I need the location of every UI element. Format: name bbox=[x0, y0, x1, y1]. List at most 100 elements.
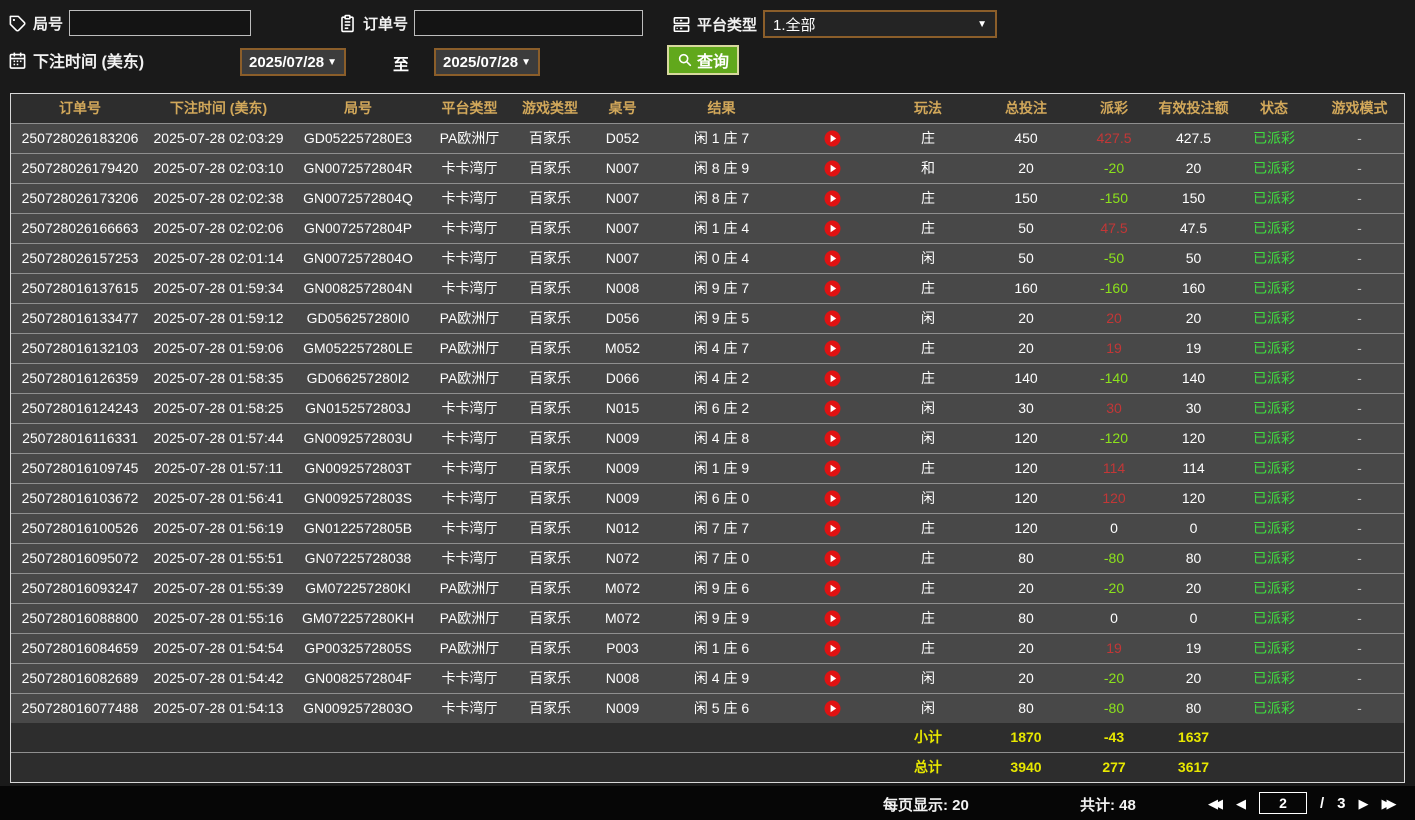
video-cell bbox=[787, 604, 878, 633]
result-cell: 闲 7 庄 0 bbox=[693, 550, 750, 566]
total-bet-cell: 20 bbox=[1018, 160, 1034, 176]
play-icon[interactable] bbox=[824, 580, 841, 597]
order-number-cell: 250728016126359 bbox=[21, 370, 139, 386]
total-bet-cell: 150 bbox=[1014, 190, 1038, 206]
result-cell: 闲 4 庄 9 bbox=[693, 670, 750, 686]
round-input[interactable] bbox=[69, 10, 252, 36]
round-number-cell: GD056257280I0 bbox=[306, 310, 410, 326]
clipboard-icon bbox=[341, 14, 354, 32]
platform-filter-group: 平台类型 1.全部 ▼ bbox=[672, 10, 998, 38]
bet-time-cell: 2025-07-28 02:01:14 bbox=[153, 250, 284, 266]
game-type-cell: 百家乐 bbox=[529, 130, 571, 146]
play-icon[interactable] bbox=[824, 370, 841, 387]
date-to-button[interactable]: 2025/07/28 ▼ bbox=[434, 48, 540, 76]
round-number-cell: GN07225728038 bbox=[304, 550, 412, 566]
result-cell: 闲 5 庄 6 bbox=[693, 700, 750, 716]
round-label: 局号 bbox=[33, 15, 64, 33]
col-header-play: 玩法 bbox=[914, 100, 942, 116]
query-button[interactable]: 查询 bbox=[667, 45, 740, 75]
status-badge: 已派彩 bbox=[1253, 520, 1295, 536]
play-icon[interactable] bbox=[824, 460, 841, 477]
total-bet-cell: 20 bbox=[1018, 340, 1034, 356]
play-icon[interactable] bbox=[824, 550, 841, 567]
video-cell bbox=[787, 514, 878, 543]
status-badge: 已派彩 bbox=[1253, 430, 1295, 446]
payout-cell: 20 bbox=[1106, 310, 1122, 326]
valid-bet-cell: 150 bbox=[1181, 190, 1206, 206]
total-bet-cell: 80 bbox=[1018, 550, 1034, 566]
prev-page-icon[interactable]: ◀ bbox=[1236, 797, 1246, 810]
play-icon[interactable] bbox=[824, 490, 841, 507]
platform-cell: PA欧洲厅 bbox=[439, 340, 500, 356]
order-number-cell: 250728026179420 bbox=[21, 160, 139, 176]
date-from-button[interactable]: 2025/07/28 ▼ bbox=[240, 48, 346, 76]
game-mode-cell: - bbox=[1357, 430, 1362, 446]
subtotal-valid: 1637 bbox=[1177, 729, 1210, 745]
play-icon[interactable] bbox=[824, 310, 841, 327]
order-filter-group: 订单号 bbox=[338, 10, 644, 36]
order-number-cell: 250728016116331 bbox=[22, 430, 138, 446]
total-bet-cell: 80 bbox=[1018, 610, 1034, 626]
result-cell: 闲 4 庄 2 bbox=[693, 370, 750, 386]
platform-cell: 卡卡湾厅 bbox=[441, 250, 498, 266]
play-icon[interactable] bbox=[824, 190, 841, 207]
play-icon[interactable] bbox=[824, 400, 841, 417]
game-mode-cell: - bbox=[1357, 550, 1362, 566]
game-mode-cell: - bbox=[1357, 160, 1362, 176]
valid-bet-cell: 80 bbox=[1185, 700, 1202, 716]
play-icon[interactable] bbox=[824, 610, 841, 627]
table-row: 250728016100526 2025-07-28 01:56:19 GN01… bbox=[11, 514, 1404, 544]
video-cell bbox=[787, 694, 878, 723]
col-header-table: 桌号 bbox=[608, 100, 637, 116]
table-number-cell: N007 bbox=[605, 160, 640, 176]
order-number-cell: 250728016084659 bbox=[21, 640, 139, 656]
first-page-icon[interactable]: ◀◀ bbox=[1208, 797, 1223, 810]
play-icon[interactable] bbox=[824, 640, 841, 657]
last-page-icon[interactable]: ▶▶ bbox=[1382, 797, 1397, 810]
table-number-cell: D052 bbox=[605, 130, 640, 146]
status-badge: 已派彩 bbox=[1253, 460, 1295, 476]
play-icon[interactable] bbox=[824, 250, 841, 267]
platform-cell: PA欧洲厅 bbox=[439, 640, 500, 656]
table-body: 250728026183206 2025-07-28 02:03:29 GD05… bbox=[11, 124, 1404, 723]
play-method-cell: 闲 bbox=[921, 700, 935, 716]
order-number-cell: 250728016109745 bbox=[21, 460, 139, 476]
table-row: 250728016084659 2025-07-28 01:54:54 GP00… bbox=[11, 634, 1404, 664]
bet-time-cell: 2025-07-28 01:54:13 bbox=[153, 700, 284, 716]
page-separator: / bbox=[1320, 794, 1325, 812]
table-row: 250728026166663 2025-07-28 02:02:06 GN00… bbox=[11, 214, 1404, 244]
game-mode-cell: - bbox=[1357, 310, 1362, 326]
result-cell: 闲 9 庄 6 bbox=[693, 580, 750, 596]
platform-label: 平台类型 bbox=[697, 16, 758, 34]
status-badge: 已派彩 bbox=[1253, 280, 1295, 296]
platform-cell: 卡卡湾厅 bbox=[441, 670, 498, 686]
play-icon[interactable] bbox=[824, 670, 841, 687]
order-number-cell: 250728026166663 bbox=[21, 220, 139, 236]
chevron-down-icon: ▼ bbox=[521, 56, 531, 68]
bet-time-cell: 2025-07-28 01:56:41 bbox=[153, 490, 284, 506]
next-page-icon[interactable]: ▶ bbox=[1359, 797, 1369, 810]
platform-select[interactable]: 1.全部 ▼ bbox=[763, 10, 998, 38]
valid-bet-cell: 50 bbox=[1185, 250, 1202, 266]
col-header-time: 下注时间 (美东) bbox=[169, 100, 268, 116]
status-badge: 已派彩 bbox=[1253, 610, 1295, 626]
play-icon[interactable] bbox=[824, 430, 841, 447]
play-icon[interactable] bbox=[824, 280, 841, 297]
game-type-cell: 百家乐 bbox=[529, 250, 571, 266]
order-input[interactable] bbox=[414, 10, 644, 36]
payout-cell: 120 bbox=[1102, 490, 1126, 506]
play-icon[interactable] bbox=[824, 220, 841, 237]
play-icon[interactable] bbox=[824, 130, 841, 147]
status-badge: 已派彩 bbox=[1253, 640, 1295, 656]
play-icon[interactable] bbox=[824, 160, 841, 177]
bet-time-cell: 2025-07-28 01:57:11 bbox=[154, 460, 283, 476]
play-icon[interactable] bbox=[824, 520, 841, 537]
table-number-cell: N009 bbox=[605, 700, 640, 716]
play-icon[interactable] bbox=[824, 700, 841, 717]
round-number-cell: GN0082572804F bbox=[304, 670, 412, 686]
result-cell: 闲 6 庄 2 bbox=[693, 400, 750, 416]
play-icon[interactable] bbox=[824, 340, 841, 357]
round-number-cell: GN0072572804Q bbox=[303, 190, 413, 206]
status-badge: 已派彩 bbox=[1253, 700, 1295, 716]
page-number-input[interactable] bbox=[1259, 792, 1307, 814]
